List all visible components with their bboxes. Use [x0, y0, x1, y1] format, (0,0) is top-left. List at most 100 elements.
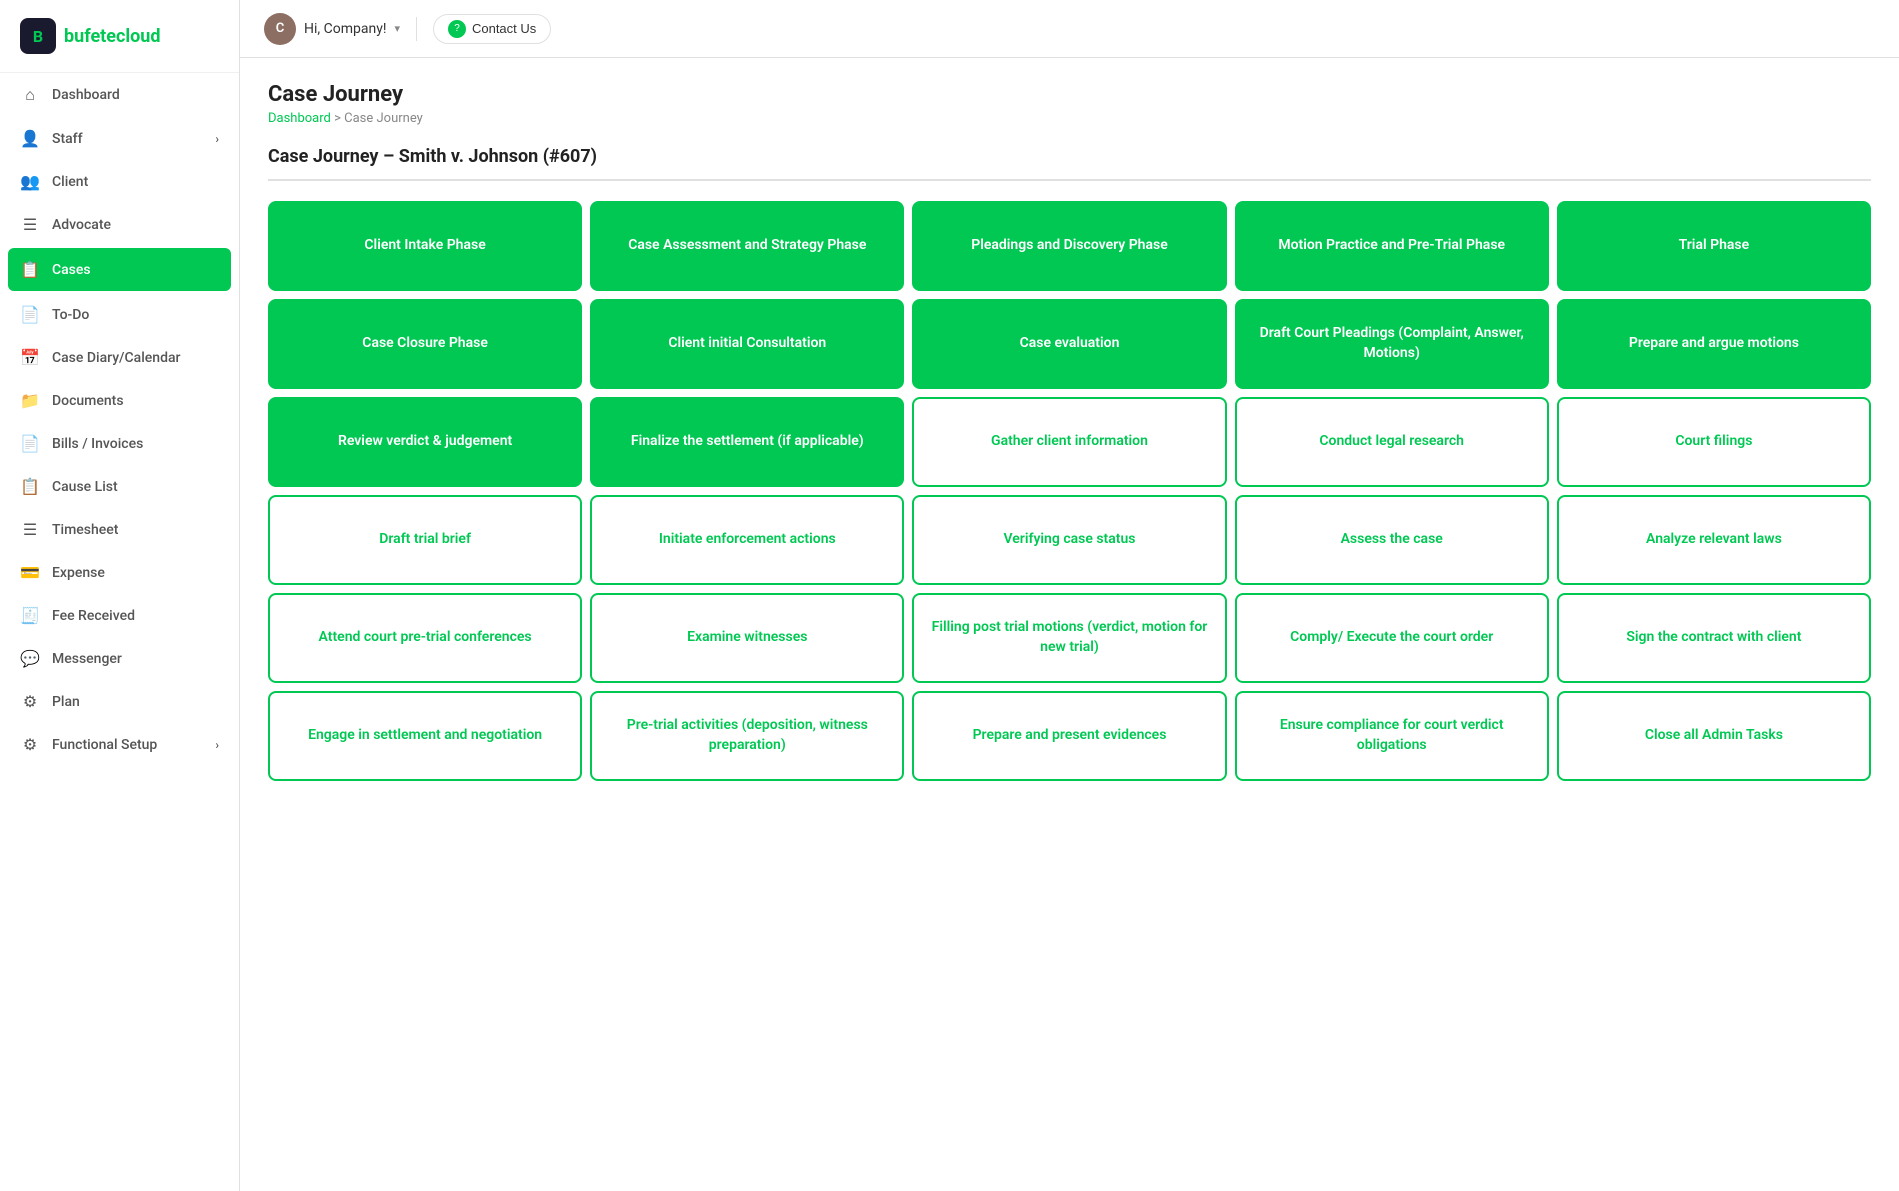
- nav-icon-timesheet: ☰: [20, 520, 40, 539]
- chevron-icon-staff: ›: [215, 132, 219, 146]
- nav-label-functional: Functional Setup: [52, 737, 157, 753]
- nav-icon-documents: 📁: [20, 391, 40, 410]
- breadcrumb: Dashboard > Case Journey: [268, 111, 1871, 126]
- nav-label-dashboard: Dashboard: [52, 87, 120, 103]
- sidebar-item-todo[interactable]: 📄 To-Do: [0, 293, 239, 336]
- nav-label-cases: Cases: [52, 262, 91, 278]
- sidebar-item-dashboard[interactable]: ⌂ Dashboard: [0, 73, 239, 117]
- sidebar-item-documents[interactable]: 📁 Documents: [0, 379, 239, 422]
- page-title: Case Journey: [268, 82, 1871, 107]
- kanban-cell-r0-c3[interactable]: Motion Practice and Pre-Trial Phase: [1235, 201, 1549, 291]
- sidebar-item-causelist[interactable]: 📋 Cause List: [0, 465, 239, 508]
- nav-icon-plan: ⚙: [20, 692, 40, 711]
- logo-icon: B: [20, 18, 56, 54]
- user-greeting: Hi, Company!: [304, 21, 386, 37]
- kanban-cell-r3-c0[interactable]: Draft trial brief: [268, 495, 582, 585]
- nav-icon-expense: 💳: [20, 563, 40, 582]
- chevron-down-icon: ▾: [394, 22, 400, 35]
- kanban-cell-r2-c1[interactable]: Finalize the settlement (if applicable): [590, 397, 904, 487]
- sidebar-item-client[interactable]: 👥 Client: [0, 160, 239, 203]
- nav-label-fee: Fee Received: [52, 608, 135, 624]
- sidebar-item-functional[interactable]: ⚙ Functional Setup ›: [0, 723, 239, 766]
- kanban-cell-r0-c0[interactable]: Client Intake Phase: [268, 201, 582, 291]
- nav-label-plan: Plan: [52, 694, 80, 710]
- nav-label-diary: Case Diary/Calendar: [52, 350, 180, 366]
- sidebar-item-plan[interactable]: ⚙ Plan: [0, 680, 239, 723]
- nav-icon-functional: ⚙: [20, 735, 40, 754]
- kanban-cell-r4-c1[interactable]: Examine witnesses: [590, 593, 904, 683]
- nav-label-documents: Documents: [52, 393, 124, 409]
- logo-area: B bufetecloud: [0, 0, 239, 73]
- logo-text: bufetecloud: [64, 26, 161, 47]
- nav-icon-causelist: 📋: [20, 477, 40, 496]
- kanban-cell-r0-c4[interactable]: Trial Phase: [1557, 201, 1871, 291]
- nav-label-expense: Expense: [52, 565, 105, 581]
- sidebar-item-staff[interactable]: 👤 Staff ›: [0, 117, 239, 160]
- nav-icon-advocate: ☰: [20, 215, 40, 234]
- sidebar-item-fee[interactable]: 🧾 Fee Received: [0, 594, 239, 637]
- kanban-cell-r1-c1[interactable]: Client initial Consultation: [590, 299, 904, 389]
- main-area: C Hi, Company! ▾ ? Contact Us Case Journ…: [240, 0, 1899, 1191]
- nav-list: ⌂ Dashboard 👤 Staff › 👥 Client ☰ Advocat…: [0, 73, 239, 766]
- case-journey-title: Case Journey – Smith v. Johnson (#607): [268, 146, 1871, 181]
- nav-icon-diary: 📅: [20, 348, 40, 367]
- nav-icon-fee: 🧾: [20, 606, 40, 625]
- sidebar: B bufetecloud ⌂ Dashboard 👤 Staff › 👥 Cl…: [0, 0, 240, 1191]
- nav-label-todo: To-Do: [52, 307, 89, 323]
- kanban-cell-r1-c0[interactable]: Case Closure Phase: [268, 299, 582, 389]
- nav-icon-cases: 📋: [20, 260, 40, 279]
- nav-label-causelist: Cause List: [52, 479, 118, 495]
- kanban-cell-r3-c3[interactable]: Assess the case: [1235, 495, 1549, 585]
- nav-icon-messenger: 💬: [20, 649, 40, 668]
- kanban-cell-r0-c2[interactable]: Pleadings and Discovery Phase: [912, 201, 1226, 291]
- kanban-cell-r0-c1[interactable]: Case Assessment and Strategy Phase: [590, 201, 904, 291]
- kanban-cell-r1-c4[interactable]: Prepare and argue motions: [1557, 299, 1871, 389]
- sidebar-item-cases[interactable]: 📋 Cases: [8, 248, 231, 291]
- sidebar-item-bills[interactable]: 📄 Bills / Invoices: [0, 422, 239, 465]
- nav-icon-staff: 👤: [20, 129, 40, 148]
- nav-label-messenger: Messenger: [52, 651, 122, 667]
- chevron-icon-functional: ›: [215, 738, 219, 752]
- breadcrumb-separator: >: [334, 111, 344, 126]
- breadcrumb-current: Case Journey: [344, 111, 423, 126]
- avatar: C: [264, 13, 296, 45]
- kanban-cell-r1-c2[interactable]: Case evaluation: [912, 299, 1226, 389]
- nav-label-advocate: Advocate: [52, 217, 111, 233]
- kanban-cell-r4-c0[interactable]: Attend court pre-trial conferences: [268, 593, 582, 683]
- topbar: C Hi, Company! ▾ ? Contact Us: [240, 0, 1899, 58]
- contact-icon: ?: [448, 20, 466, 38]
- kanban-cell-r3-c4[interactable]: Analyze relevant laws: [1557, 495, 1871, 585]
- kanban-cell-r2-c2[interactable]: Gather client information: [912, 397, 1226, 487]
- user-menu[interactable]: C Hi, Company! ▾: [264, 13, 400, 45]
- nav-icon-client: 👥: [20, 172, 40, 191]
- kanban-cell-r4-c4[interactable]: Sign the contract with client: [1557, 593, 1871, 683]
- sidebar-item-expense[interactable]: 💳 Expense: [0, 551, 239, 594]
- kanban-cell-r2-c4[interactable]: Court filings: [1557, 397, 1871, 487]
- contact-us-button[interactable]: ? Contact Us: [433, 14, 551, 44]
- kanban-cell-r5-c3[interactable]: Ensure compliance for court verdict obli…: [1235, 691, 1549, 781]
- breadcrumb-home[interactable]: Dashboard: [268, 111, 331, 126]
- kanban-cell-r5-c1[interactable]: Pre-trial activities (deposition, witnes…: [590, 691, 904, 781]
- sidebar-item-messenger[interactable]: 💬 Messenger: [0, 637, 239, 680]
- nav-icon-bills: 📄: [20, 434, 40, 453]
- kanban-cell-r3-c1[interactable]: Initiate enforcement actions: [590, 495, 904, 585]
- kanban-cell-r5-c2[interactable]: Prepare and present evidences: [912, 691, 1226, 781]
- sidebar-item-timesheet[interactable]: ☰ Timesheet: [0, 508, 239, 551]
- sidebar-item-diary[interactable]: 📅 Case Diary/Calendar: [0, 336, 239, 379]
- kanban-cell-r1-c3[interactable]: Draft Court Pleadings (Complaint, Answer…: [1235, 299, 1549, 389]
- page-content: Case Journey Dashboard > Case Journey Ca…: [240, 58, 1899, 1191]
- kanban-grid: Client Intake PhaseCase Assessment and S…: [268, 201, 1871, 781]
- nav-label-staff: Staff: [52, 131, 83, 147]
- kanban-cell-r2-c3[interactable]: Conduct legal research: [1235, 397, 1549, 487]
- kanban-cell-r5-c0[interactable]: Engage in settlement and negotiation: [268, 691, 582, 781]
- kanban-cell-r4-c3[interactable]: Comply/ Execute the court order: [1235, 593, 1549, 683]
- kanban-cell-r5-c4[interactable]: Close all Admin Tasks: [1557, 691, 1871, 781]
- contact-label: Contact Us: [472, 21, 536, 36]
- nav-label-client: Client: [52, 174, 88, 190]
- kanban-cell-r3-c2[interactable]: Verifying case status: [912, 495, 1226, 585]
- kanban-cell-r2-c0[interactable]: Review verdict & judgement: [268, 397, 582, 487]
- nav-icon-todo: 📄: [20, 305, 40, 324]
- sidebar-item-advocate[interactable]: ☰ Advocate: [0, 203, 239, 246]
- kanban-cell-r4-c2[interactable]: Filling post trial motions (verdict, mot…: [912, 593, 1226, 683]
- nav-icon-dashboard: ⌂: [20, 85, 40, 105]
